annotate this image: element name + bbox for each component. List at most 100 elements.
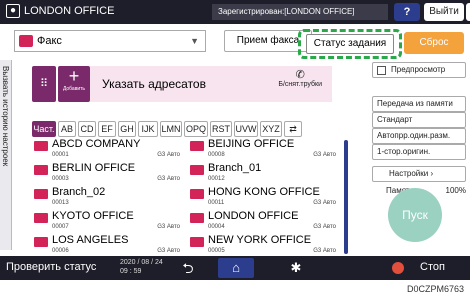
list-item[interactable]: BERLIN OFFICE 00003 G3 Авто [32, 163, 182, 183]
list-item[interactable]: Branch_01 00012 [188, 163, 338, 183]
tab-0[interactable]: Част. [32, 121, 56, 137]
phone-icon: ✆ [295, 69, 305, 81]
fax-destination-icon [190, 165, 204, 175]
fax-destination-icon [34, 165, 48, 175]
back-icon[interactable]: ⮌ [176, 258, 200, 278]
bottom-bar: Проверить статус 2020 / 08 / 24 09 : 59 … [0, 256, 470, 280]
fax-icon [19, 35, 33, 47]
preview-toggle[interactable]: Предпросмотр [372, 62, 466, 78]
power-button[interactable] [466, 3, 470, 21]
entry-number: 00003 [52, 176, 69, 182]
fax-destination-icon [34, 189, 48, 199]
entry-mode: G3 Авто [313, 152, 336, 158]
fax-destination-icon [34, 237, 48, 247]
keypad-button[interactable]: ⠿ [32, 66, 56, 102]
destination-field[interactable]: Указать адресатов ✆ Б/снят.трубки [90, 66, 332, 102]
stop-icon[interactable] [392, 262, 404, 274]
fax-destination-icon [190, 141, 204, 151]
time: 09 : 59 [120, 268, 142, 275]
entry-name: ABCD COMPANY [52, 139, 141, 150]
entry-number: 00011 [208, 200, 225, 206]
list-item[interactable]: LONDON OFFICE 00004 G3 Авто [188, 211, 338, 231]
memory-value: 100% [445, 186, 466, 195]
list-item[interactable]: HONG KONG OFFICE 00011 G3 Авто [188, 187, 338, 207]
tab-9[interactable]: UVW [234, 121, 258, 137]
list-item[interactable]: Branch_02 00013 [32, 187, 182, 207]
tab-6[interactable]: LMN [160, 121, 182, 137]
entry-mode: G3 Авто [157, 176, 180, 182]
date: 2020 / 08 / 24 [120, 259, 163, 266]
add-label: Добавить [62, 86, 86, 92]
function-select-value: Факс [37, 35, 62, 47]
stop-label[interactable]: Стоп [420, 261, 445, 273]
help-button[interactable]: ? [394, 3, 420, 21]
top-bar: ● LONDON OFFICE Зарегистрирован:[LONDON … [0, 0, 470, 24]
on-hook-button[interactable]: ✆ Б/снят.трубки [278, 70, 322, 90]
checkbox-icon [377, 66, 386, 75]
chevron-down-icon: ▼ [190, 36, 199, 46]
entry-number: 00001 [52, 152, 69, 158]
logout-button[interactable]: Выйти [424, 3, 464, 21]
entry-name: KYOTO OFFICE [52, 210, 134, 222]
gear-icon[interactable]: ✱ [284, 258, 308, 278]
tab-10[interactable]: XYZ [260, 121, 282, 137]
entry-number: 00013 [52, 200, 69, 206]
history-tab-label: Вызвать историю настроек [1, 66, 10, 167]
plus-icon: + [68, 66, 80, 86]
tab-5[interactable]: IJK [138, 121, 158, 137]
resolution-button[interactable]: Стандарт [372, 112, 466, 128]
scrollbar[interactable] [344, 140, 348, 254]
fax-destination-icon [190, 213, 204, 223]
entry-number: 00004 [208, 224, 225, 230]
check-status-button[interactable]: Проверить статус [6, 261, 96, 273]
tab-1[interactable]: AB [58, 121, 76, 137]
list-item[interactable]: ABCD COMPANY 00001 G3 Авто [32, 139, 182, 159]
fax-screen: ● LONDON OFFICE Зарегистрирован:[LONDON … [0, 0, 470, 280]
reset-button[interactable]: Сброс [404, 32, 464, 54]
entry-name: NEW YORK OFFICE [208, 234, 312, 246]
function-select[interactable]: Факс ▼ [14, 30, 206, 52]
original-sides-button[interactable]: 1-стор.оригин. [372, 144, 466, 160]
auto-reduce-button[interactable]: Автопрр.один.разм. [372, 128, 466, 144]
entry-name: BEIJING OFFICE [208, 139, 295, 150]
callout-highlight [298, 29, 402, 59]
fax-destination-icon [190, 237, 204, 247]
entry-name: LOS ANGELES [52, 234, 129, 246]
tab-11[interactable]: ⇄ [284, 121, 302, 137]
home-icon[interactable]: ⌂ [218, 258, 254, 278]
tab-7[interactable]: OPQ [184, 121, 208, 137]
tab-2[interactable]: CD [78, 121, 96, 137]
memory-tx-button[interactable]: Передача из памяти [372, 96, 466, 112]
address-tabs: Част. AB CD EF GH IJK LMN OPQ RST UVW XYZ ⇄ [32, 121, 346, 137]
entry-mode: G3 Авто [157, 224, 180, 230]
list-item[interactable]: LOS ANGELES 00006 G3 Авто [32, 235, 182, 255]
fax-destination-icon [190, 189, 204, 199]
entry-name: HONG KONG OFFICE [208, 186, 320, 198]
list-item[interactable]: NEW YORK OFFICE 00005 G3 Авто [188, 235, 338, 255]
add-destination-button[interactable]: + Добавить [58, 66, 90, 102]
entry-name: Branch_02 [52, 186, 106, 198]
entry-name: BERLIN OFFICE [52, 162, 136, 174]
entry-number: 00012 [208, 176, 225, 182]
logged-user-title: LONDON OFFICE [24, 5, 115, 17]
fax-destination-icon [34, 213, 48, 223]
settings-label: Настройки [389, 169, 429, 178]
entry-mode: G3 Авто [313, 224, 336, 230]
list-item[interactable]: BEIJING OFFICE 00008 G3 Авто [188, 139, 338, 159]
figure-caption: D0CZPM6763 [406, 284, 464, 294]
settings-button[interactable]: Настройки › [372, 166, 466, 182]
preview-label: Предпросмотр [391, 65, 446, 74]
entry-name: Branch_01 [208, 162, 262, 174]
fax-destination-icon [34, 141, 48, 151]
keypad-icon: ⠿ [39, 78, 49, 90]
history-side-tab[interactable]: Вызвать историю настроек [0, 60, 12, 250]
tab-8[interactable]: RST [210, 121, 232, 137]
list-item[interactable]: KYOTO OFFICE 00007 G3 Авто [32, 211, 182, 231]
tab-4[interactable]: GH [118, 121, 136, 137]
start-button[interactable]: Пуск [388, 188, 442, 242]
login-status: Зарегистрирован:[LONDON OFFICE] [212, 4, 388, 20]
on-hook-label: Б/снят.трубки [278, 81, 322, 88]
tab-3[interactable]: EF [98, 121, 116, 137]
address-list: ABCD COMPANY 00001 G3 Авто BEIJING OFFICE 00… [32, 139, 340, 257]
entry-name: LONDON OFFICE [208, 210, 299, 222]
